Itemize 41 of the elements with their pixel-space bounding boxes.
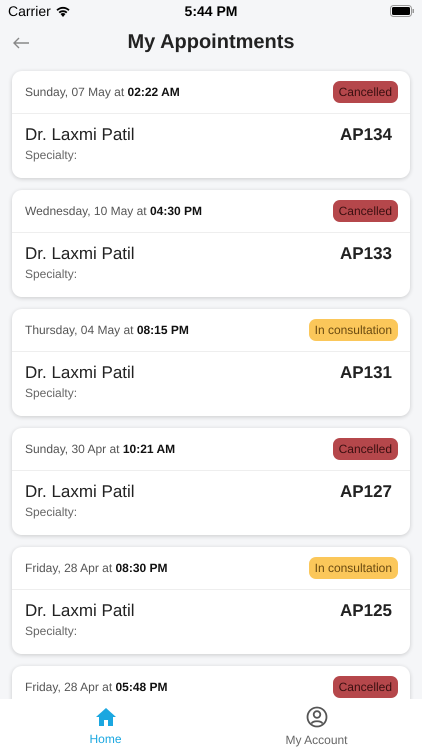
appointment-card[interactable]: Sunday, 07 May at 02:22 AM Cancelled Dr. Laxmi Patil AP134 Specialty: — [12, 71, 410, 178]
appointment-card[interactable]: Wednesday, 10 May at 04:30 PM Cancelled Dr. Laxmi Patil AP133 Specialty: — [12, 190, 410, 297]
home-icon — [94, 707, 116, 727]
doctor-name: Dr. Laxmi Patil — [25, 363, 135, 383]
status-badge: In consultation — [308, 557, 398, 579]
appointment-card[interactable]: Friday, 28 Apr at 05:48 PM Cancelled — [12, 666, 410, 699]
status-badge: In consultation — [308, 319, 398, 341]
appointment-date: Wednesday, 10 May at 04:30 PM — [25, 204, 202, 218]
appointment-id: AP134 — [340, 125, 392, 145]
page-title: My Appointments — [127, 30, 295, 54]
specialty-label: Specialty: — [25, 386, 78, 400]
appointment-id: AP131 — [340, 363, 392, 383]
appointment-card[interactable]: Friday, 28 Apr at 08:30 PM In consultation Dr. Laxmi Patil AP125 Specialty: — [12, 547, 410, 654]
battery-icon — [390, 5, 414, 17]
doctor-name: Dr. Laxmi Patil — [25, 125, 135, 145]
clock-time: 5:44 PM — [184, 3, 238, 19]
appointment-card[interactable]: Thursday, 04 May at 08:15 PM In consultation Dr. Laxmi Patil AP131 Specialty: — [12, 309, 410, 416]
specialty-label: Specialty: — [25, 267, 78, 281]
account-icon — [306, 706, 328, 728]
specialty-label: Specialty: — [25, 148, 78, 162]
appointment-date: Friday, 28 Apr at 08:30 PM — [25, 561, 168, 575]
specialty-label: Specialty: — [25, 624, 78, 638]
doctor-name: Dr. Laxmi Patil — [25, 601, 135, 621]
appointment-id: AP125 — [340, 601, 392, 621]
doctor-name: Dr. Laxmi Patil — [25, 244, 135, 264]
doctor-name: Dr. Laxmi Patil — [25, 482, 135, 502]
appointment-date: Sunday, 07 May at 02:22 AM — [25, 85, 180, 99]
tab-button[interactable]: My Account — [211, 699, 422, 750]
appointment-id: AP127 — [340, 482, 392, 502]
status-badge: Cancelled — [332, 81, 398, 103]
appointment-date: Friday, 28 Apr at 05:48 PM — [25, 680, 168, 694]
status-badge: Cancelled — [332, 438, 398, 460]
appointment-date: Thursday, 04 May at 08:15 PM — [25, 323, 189, 337]
carrier-label: Carrier — [8, 3, 51, 19]
appointment-date: Sunday, 30 Apr at 10:21 AM — [25, 442, 176, 456]
status-badge: Cancelled — [332, 200, 398, 222]
status-badge: Cancelled — [332, 676, 398, 698]
specialty-label: Specialty: — [25, 505, 78, 519]
appointment-id: AP133 — [340, 244, 392, 264]
wifi-icon — [54, 5, 71, 17]
appointment-card[interactable]: Sunday, 30 Apr at 10:21 AM Cancelled Dr. Laxmi Patil AP127 Specialty: — [12, 428, 410, 535]
